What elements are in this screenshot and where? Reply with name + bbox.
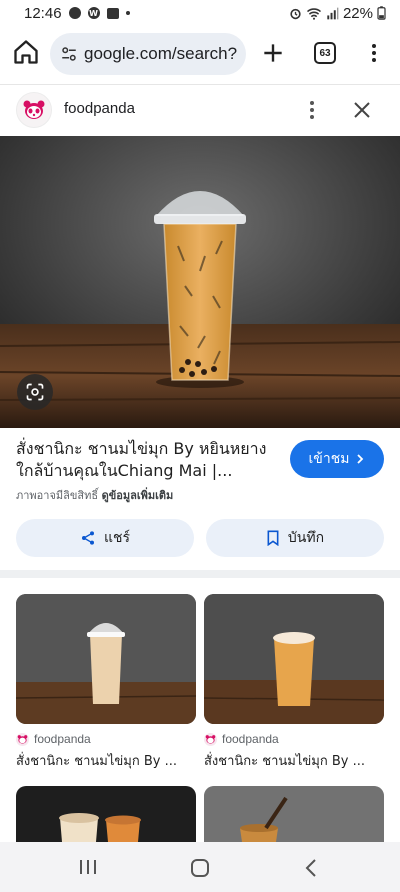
copyright-notice: ภาพอาจมีลิขสิทธิ์ ดูข้อมูลเพิ่มเติม xyxy=(16,486,173,504)
main-result-image[interactable] xyxy=(0,136,400,428)
related-card[interactable]: foodpanda สั่งชานิกะ ชานมไข่มุก By ... xyxy=(204,594,384,771)
milk-tea-thumb xyxy=(16,594,196,724)
new-tab-icon[interactable] xyxy=(260,40,286,66)
visit-label: เข้าชม xyxy=(308,451,350,467)
related-title[interactable]: สั่งชานิกะ ชานมไข่มุก By ... xyxy=(204,750,384,771)
notification-dot-icon xyxy=(68,7,81,19)
wifi-icon xyxy=(306,7,321,20)
copyright-text: ภาพอาจมีลิขสิทธิ์ xyxy=(16,489,99,502)
related-thumbnail[interactable] xyxy=(16,594,196,724)
back-icon[interactable] xyxy=(304,858,318,878)
save-button[interactable]: บันทึก xyxy=(206,519,384,557)
more-options-icon[interactable] xyxy=(302,98,322,122)
battery-text: 22% xyxy=(342,4,373,22)
status-bar: 12:46 W 22% xyxy=(0,0,400,26)
share-icon xyxy=(81,531,94,545)
panda-icon xyxy=(23,100,45,119)
related-title[interactable]: สั่งชานิกะ ชานมไข่มุก By ... xyxy=(16,750,196,771)
related-thumbnail[interactable] xyxy=(204,786,384,842)
related-source: foodpanda xyxy=(222,732,279,746)
address-bar[interactable]: google.com/search? xyxy=(50,33,246,75)
home-button-icon[interactable] xyxy=(190,858,210,878)
browser-toolbar: google.com/search? 63 xyxy=(0,26,400,82)
source-name[interactable]: foodpanda xyxy=(64,100,135,117)
related-card[interactable] xyxy=(204,786,384,842)
milk-tea-thumb xyxy=(204,594,384,724)
close-icon[interactable] xyxy=(350,98,374,122)
result-title[interactable]: สั่งชานิกะ ชานมไข่มุก By หยินหยาง ใกล้บ้… xyxy=(16,438,278,482)
tab-switcher-button[interactable]: 63 xyxy=(314,42,336,64)
source-header: foodpanda xyxy=(0,86,400,134)
chevron-right-icon xyxy=(357,454,364,464)
foodpanda-mini-icon xyxy=(204,732,217,746)
site-settings-icon[interactable] xyxy=(60,45,78,63)
related-card[interactable]: foodpanda สั่งชานิกะ ชานมไข่มุก By ... xyxy=(16,594,196,771)
google-lens-button[interactable] xyxy=(17,374,53,410)
toolbar-divider xyxy=(0,84,400,85)
signal-icon xyxy=(327,7,339,19)
iced-tea-thumb xyxy=(204,786,384,842)
more-notifications-icon xyxy=(125,11,130,15)
system-navigation-bar xyxy=(0,842,400,892)
home-icon[interactable] xyxy=(12,38,40,66)
foodpanda-mini-icon xyxy=(16,732,29,746)
alarm-icon xyxy=(290,8,301,19)
drinks-thumb xyxy=(16,786,196,842)
related-thumbnail[interactable] xyxy=(16,786,196,842)
related-thumbnail[interactable] xyxy=(204,594,384,724)
lens-icon xyxy=(26,383,44,401)
foodpanda-logo[interactable] xyxy=(16,92,52,128)
learn-more-link[interactable]: ดูข้อมูลเพิ่มเติม xyxy=(102,489,174,502)
share-button[interactable]: แชร์ xyxy=(16,519,194,557)
browser-menu-icon[interactable] xyxy=(364,40,384,66)
related-source: foodpanda xyxy=(34,732,91,746)
recent-apps-icon[interactable] xyxy=(78,858,98,876)
bookmark-icon xyxy=(267,530,279,546)
w-app-icon: W xyxy=(87,7,100,19)
save-label: บันทึก xyxy=(287,530,325,546)
tab-count: 63 xyxy=(319,47,331,59)
status-time: 12:46 xyxy=(24,4,62,22)
gallery-icon xyxy=(106,7,119,19)
milk-tea-photo xyxy=(0,136,400,428)
related-card[interactable] xyxy=(16,786,196,842)
share-label: แชร์ xyxy=(103,530,131,546)
section-divider xyxy=(0,570,400,578)
battery-icon xyxy=(377,6,386,20)
visit-button[interactable]: เข้าชม xyxy=(290,440,384,478)
url-text: google.com/search? xyxy=(84,44,238,63)
